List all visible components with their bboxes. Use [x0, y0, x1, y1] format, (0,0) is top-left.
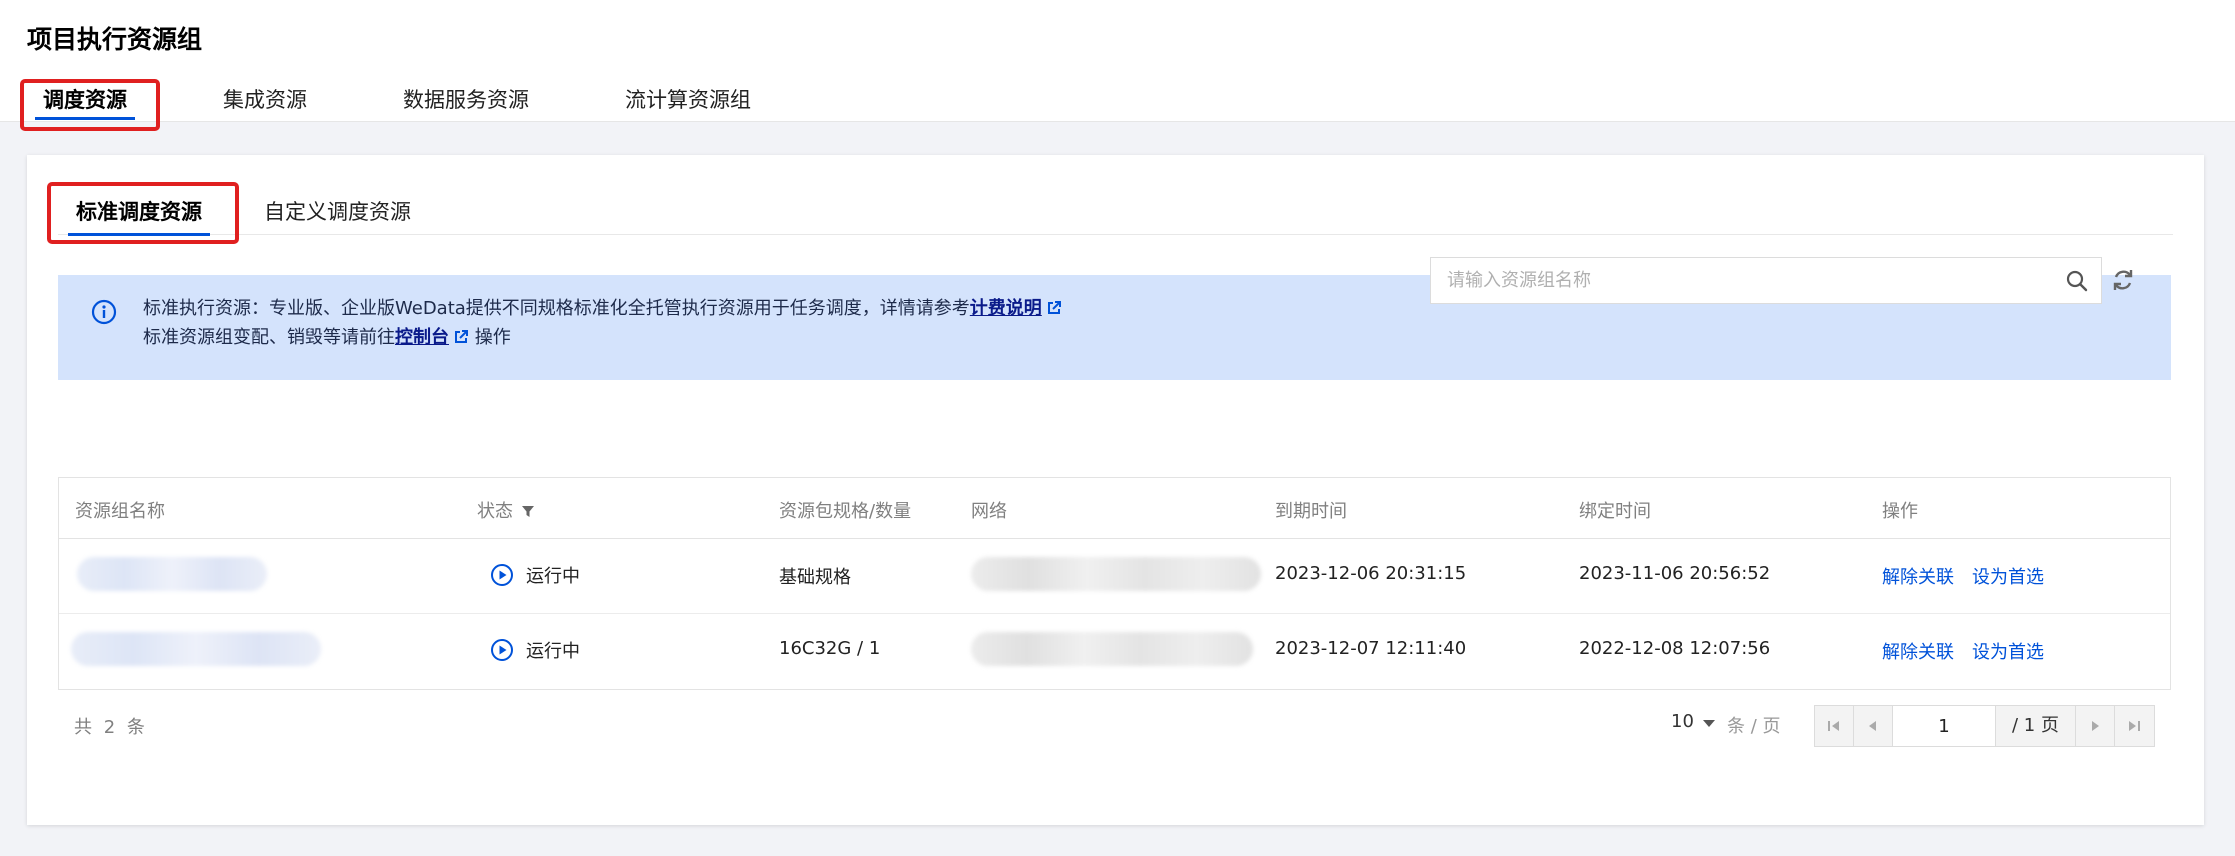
page-size-select[interactable]: 10	[1671, 711, 1715, 732]
chevron-down-icon	[1702, 719, 1715, 727]
tab-integration-resource[interactable]: 集成资源	[207, 76, 323, 122]
chevron-right-icon	[2092, 721, 2099, 731]
last-page-icon	[2129, 721, 2140, 731]
info-icon	[91, 299, 117, 325]
redacted-network	[971, 632, 1253, 666]
bind-cell: 2022-12-08 12:07:56	[1579, 638, 1771, 659]
set-preferred-button[interactable]: 设为首选	[1972, 638, 2044, 664]
prev-page-button[interactable]	[1854, 706, 1893, 746]
total-pages: / 1 页	[1996, 706, 2076, 746]
total-count: 共 2 条	[74, 717, 145, 738]
first-page-icon	[1828, 721, 1839, 731]
search-input[interactable]	[1431, 258, 2051, 303]
expire-cell: 2023-12-07 12:11:40	[1275, 638, 1467, 659]
spec-cell: 基础规格	[779, 567, 851, 588]
external-link-icon[interactable]	[453, 329, 469, 345]
highlight-box-sub-tab	[47, 182, 239, 244]
redacted-network	[971, 557, 1261, 591]
running-icon	[491, 564, 513, 586]
unbind-button[interactable]: 解除关联	[1882, 563, 1954, 589]
table-row: 运行中 基础规格 2023-12-06 20:31:15 2023-11-06 …	[59, 539, 2170, 614]
resource-table: 资源组名称 状态 资源包规格/数量 网络 到期时间 绑定时间 操作 运行中 基础…	[58, 477, 2171, 690]
external-link-icon[interactable]	[1046, 300, 1062, 316]
search-box	[1430, 257, 2102, 304]
col-status[interactable]: 状态	[477, 497, 535, 523]
filter-icon[interactable]	[521, 504, 535, 518]
billing-link[interactable]: 计费说明	[970, 298, 1042, 319]
highlight-box-top-tab	[20, 79, 160, 131]
first-page-button[interactable]	[1815, 706, 1854, 746]
set-preferred-button[interactable]: 设为首选	[1972, 563, 2044, 589]
refresh-icon[interactable]	[2110, 267, 2136, 293]
top-bar: 项目执行资源组 调度资源 集成资源 数据服务资源 流计算资源组	[0, 0, 2235, 131]
per-page-label: 条 / 页	[1727, 716, 1781, 737]
col-name: 资源组名称	[75, 501, 165, 522]
table-row: 运行中 16C32G / 1 2023-12-07 12:11:40 2022-…	[59, 614, 2170, 689]
last-page-button[interactable]	[2115, 706, 2154, 746]
col-spec: 资源包规格/数量	[779, 501, 912, 522]
search-icon[interactable]	[2065, 269, 2089, 293]
col-expire: 到期时间	[1275, 501, 1347, 522]
page-title: 项目执行资源组	[27, 25, 203, 54]
status-cell: 运行中	[490, 562, 580, 588]
expire-cell: 2023-12-06 20:31:15	[1275, 563, 1467, 584]
tab-custom-schedule[interactable]: 自定义调度资源	[246, 186, 429, 234]
sub-tabs: 标准调度资源 自定义调度资源	[58, 186, 2173, 236]
notice-line2-suffix: 操作	[474, 327, 511, 348]
bind-cell: 2023-11-06 20:56:52	[1579, 563, 1771, 584]
tab-stream-compute-resource[interactable]: 流计算资源组	[609, 76, 767, 122]
running-icon	[491, 639, 513, 661]
status-cell: 运行中	[490, 637, 580, 663]
notice-line1: 标准执行资源：专业版、企业版WeData提供不同规格标准化全托管执行资源用于任务…	[143, 298, 970, 319]
table-header: 资源组名称 状态 资源包规格/数量 网络 到期时间 绑定时间 操作	[59, 478, 2170, 539]
page-number-input[interactable]	[1893, 706, 1996, 746]
redacted-name	[71, 632, 321, 666]
console-link[interactable]: 控制台	[395, 327, 449, 348]
notice-line2: 标准资源组变配、销毁等请前往	[143, 327, 395, 348]
unbind-button[interactable]: 解除关联	[1882, 638, 1954, 664]
chevron-left-icon	[1869, 721, 1876, 731]
tab-data-service-resource[interactable]: 数据服务资源	[387, 76, 545, 122]
next-page-button[interactable]	[2076, 706, 2115, 746]
redacted-name	[77, 557, 267, 591]
pagination: / 1 页	[1814, 705, 2155, 747]
spec-cell: 16C32G / 1	[779, 638, 881, 659]
notice-text: 标准执行资源：专业版、企业版WeData提供不同规格标准化全托管执行资源用于任务…	[143, 294, 1062, 352]
col-network: 网络	[971, 501, 1007, 522]
col-bind: 绑定时间	[1579, 501, 1651, 522]
col-op: 操作	[1882, 501, 1918, 522]
